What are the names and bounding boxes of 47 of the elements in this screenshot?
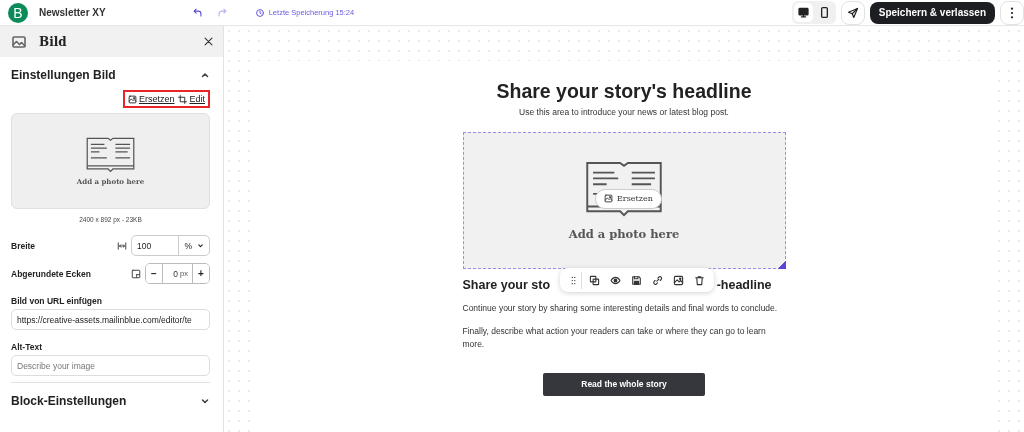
section-header[interactable]: Block-Einstellungen (11, 386, 210, 416)
replace-link[interactable]: Ersetzen (127, 94, 175, 104)
cta-button[interactable]: Read the whole story (543, 372, 705, 396)
history-icon (254, 7, 265, 18)
section-heading: -headline (716, 278, 772, 292)
desktop-view-button[interactable] (793, 3, 813, 22)
section-title: Block-Einstellungen (11, 394, 127, 408)
email-headline: Share your story's headline (495, 80, 753, 103)
body-text: Continue your story by sharing some interesting details and final words to conclude. (462, 302, 779, 315)
width-input[interactable]: 100 % (131, 235, 210, 256)
field-label: Bild von URL einfügen (11, 296, 103, 306)
edit-link-text[interactable]: Edit (189, 94, 205, 104)
section-heading: Share your sto (462, 278, 551, 292)
alt-text-input[interactable]: Describe your image (11, 355, 210, 376)
chevron-down-icon (197, 242, 204, 249)
image-icon (604, 194, 613, 203)
save-and-exit-button[interactable]: Speichern & verlassen (869, 1, 995, 24)
document-title: Newsletter XY (39, 7, 106, 18)
image-placeholder[interactable]: Ersetzen Add a photo here (462, 132, 786, 269)
replace-button-text: Ersetzen (617, 194, 653, 203)
width-icon (117, 240, 127, 251)
corner-radius-icon (131, 268, 141, 279)
field-label: Abgerundete Ecken (11, 268, 91, 279)
book-icon (86, 136, 135, 174)
undo-icon[interactable] (191, 7, 203, 18)
paper-plane-icon (846, 6, 859, 19)
url-input[interactable]: https://creative-assets.mailinblue.com/editor/te (11, 309, 210, 330)
chevron-up-icon (200, 70, 210, 80)
section-title: Einstellungen Bild (11, 68, 116, 82)
monitor-icon (796, 6, 810, 19)
intro-text: Use this area to introduce your news or latest blog post. (518, 107, 730, 117)
chevron-down-icon (200, 396, 210, 406)
send-test-button[interactable] (840, 0, 865, 25)
unit-dropdown[interactable]: % (178, 236, 209, 255)
logo: B (8, 2, 28, 23)
body-text: Finally, describe what action your readers can take or where they can go to learn more. (462, 325, 767, 352)
section-header[interactable]: Einstellungen Bild (11, 60, 210, 90)
replace-button[interactable]: Ersetzen (595, 188, 662, 209)
field-label: Alt-Text (11, 342, 43, 352)
placeholder-caption: Add a photo here (568, 226, 680, 241)
panel-title: Bild (39, 34, 68, 49)
field-label: Breite (11, 240, 36, 251)
edit-link[interactable]: Edit (178, 94, 205, 104)
close-icon[interactable] (203, 36, 214, 47)
image-icon (127, 94, 137, 104)
crop-icon (178, 94, 188, 104)
replace-link-text[interactable]: Ersetzen (138, 94, 175, 104)
